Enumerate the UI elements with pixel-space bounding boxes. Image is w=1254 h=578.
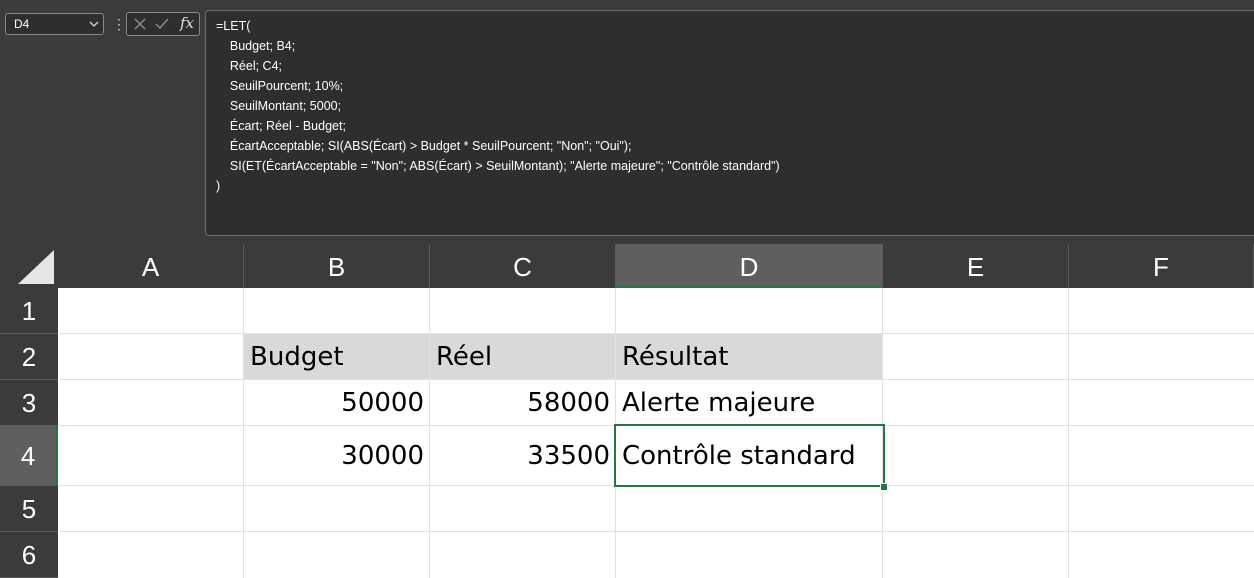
row-header-4[interactable]: 4 [0, 426, 58, 486]
worksheet-grid[interactable]: Budget Réel Résultat 50000 58000 Alerte … [58, 288, 1254, 578]
gridline [58, 531, 1254, 532]
enter-check-icon[interactable] [154, 16, 170, 32]
row-header-3[interactable]: 3 [0, 380, 58, 426]
cell-c4[interactable]: 33500 [430, 426, 616, 486]
gridline [1068, 288, 1069, 578]
chevron-down-icon[interactable] [89, 19, 99, 29]
cell-c3[interactable]: 58000 [430, 380, 616, 426]
column-header-d[interactable]: D [616, 244, 883, 288]
formula-line: SI(ET(ÉcartAcceptable = "Non"; ABS(Écart… [216, 159, 780, 173]
column-header-b[interactable]: B [244, 244, 430, 288]
row-headers: 1 2 3 4 5 6 [0, 288, 58, 578]
column-header-e[interactable]: E [883, 244, 1069, 288]
formula-line: ) [216, 179, 221, 193]
formula-line: Budget; B4; [216, 39, 296, 53]
select-all-triangle-icon [18, 250, 54, 284]
fill-handle[interactable] [880, 483, 888, 491]
cancel-icon[interactable] [132, 16, 148, 32]
formula-line: Écart; Réel - Budget; [216, 119, 346, 133]
row-header-5[interactable]: 5 [0, 486, 58, 532]
column-header-c[interactable]: C [430, 244, 616, 288]
more-options-icon[interactable]: ⋮ [112, 14, 126, 34]
formula-buttons: fx [126, 12, 200, 36]
column-headers: A B C D E F [58, 244, 1254, 288]
cell-b3[interactable]: 50000 [244, 380, 430, 426]
cell-b4[interactable]: 30000 [244, 426, 430, 486]
formula-line: =LET( [216, 19, 251, 33]
cell-b2[interactable]: Budget [244, 334, 430, 380]
cell-c2[interactable]: Réel [430, 334, 616, 380]
row-header-6[interactable]: 6 [0, 532, 58, 578]
name-box-value: D4 [14, 17, 30, 31]
column-header-f[interactable]: F [1069, 244, 1254, 288]
cell-d3[interactable]: Alerte majeure [616, 380, 883, 426]
formula-line: ÉcartAcceptable; SI(ABS(Écart) > Budget … [216, 139, 632, 153]
select-all-button[interactable] [0, 244, 58, 288]
formula-line: Réel; C4; [216, 59, 282, 73]
active-cell-border [614, 424, 885, 487]
column-header-a[interactable]: A [58, 244, 244, 288]
formula-toolbar: D4 ⋮ fx =LET( Budget; B4; Réel; C4; Seui… [0, 0, 1254, 244]
cell-d2[interactable]: Résultat [616, 334, 883, 380]
formula-line: SeuilPourcent; 10%; [216, 79, 344, 93]
gridline [58, 333, 1254, 334]
formula-line: SeuilMontant; 5000; [216, 99, 342, 113]
row-header-2[interactable]: 2 [0, 334, 58, 380]
row-header-1[interactable]: 1 [0, 288, 58, 334]
formula-input[interactable]: =LET( Budget; B4; Réel; C4; SeuilPourcen… [205, 10, 1254, 236]
insert-function-icon[interactable]: fx [180, 14, 194, 32]
name-box[interactable]: D4 [5, 13, 104, 35]
